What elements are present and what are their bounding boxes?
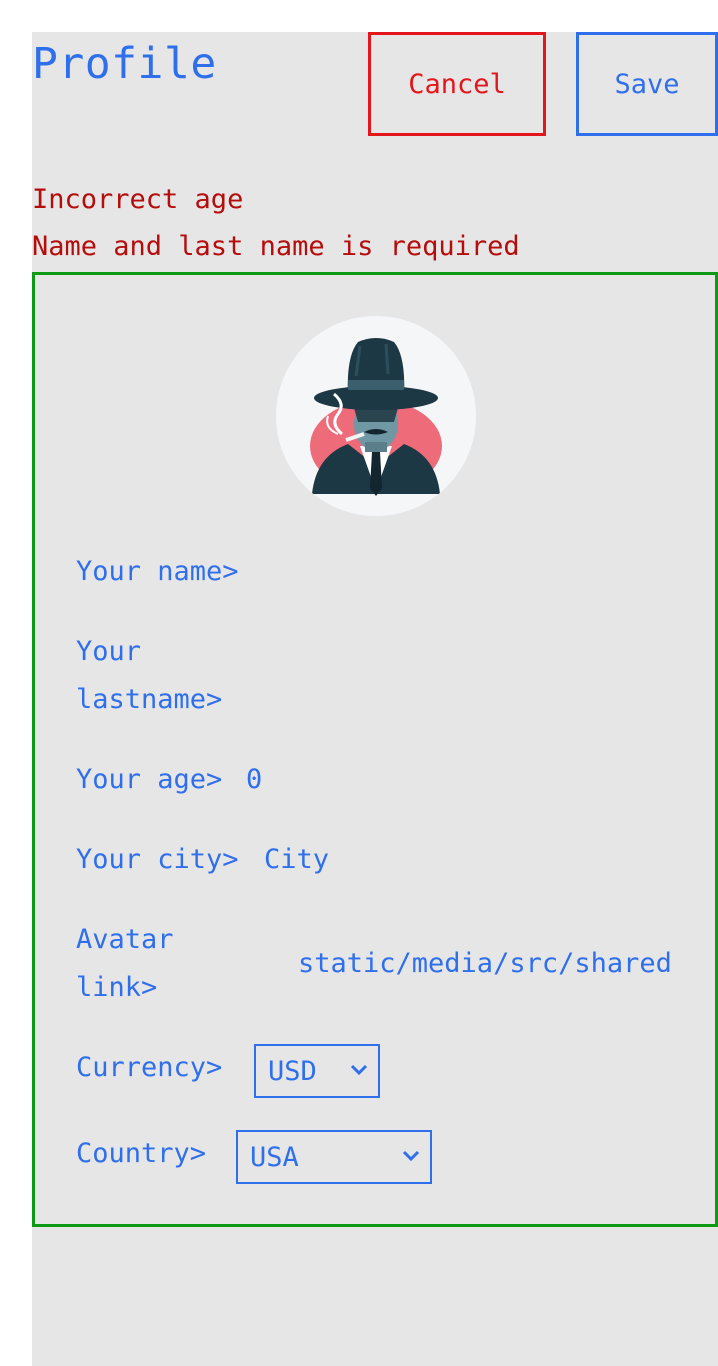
avatar-link-label-line2: link> bbox=[76, 972, 158, 1003]
country-label: Country> bbox=[76, 1138, 207, 1169]
name-input[interactable] bbox=[264, 548, 664, 596]
lastname-input[interactable] bbox=[264, 650, 664, 698]
save-button[interactable]: Save bbox=[576, 32, 718, 136]
chevron-down-icon bbox=[350, 1064, 368, 1076]
currency-label: Currency> bbox=[76, 1052, 223, 1083]
avatar-link-label-line1: Avatar bbox=[76, 924, 174, 955]
city-input[interactable]: City bbox=[264, 836, 329, 884]
name-label: Your name> bbox=[76, 556, 239, 587]
error-message-name: Name and last name is required bbox=[32, 231, 520, 262]
city-label: Your city> bbox=[76, 844, 239, 875]
currency-selected-value: USD bbox=[268, 1055, 317, 1087]
chevron-down-icon bbox=[402, 1150, 420, 1162]
cancel-button[interactable]: Cancel bbox=[368, 32, 546, 136]
age-input[interactable]: 0 bbox=[246, 756, 262, 804]
country-selected-value: USA bbox=[250, 1141, 299, 1173]
error-message-age: Incorrect age bbox=[32, 184, 244, 215]
currency-select[interactable]: USD bbox=[254, 1044, 380, 1098]
page-title: Profile bbox=[32, 39, 217, 89]
avatar bbox=[276, 316, 476, 516]
age-label: Your age> bbox=[76, 764, 223, 795]
avatar-link-input[interactable]: static/media/src/shared bbox=[298, 940, 674, 988]
country-select[interactable]: USA bbox=[236, 1130, 432, 1184]
spy-avatar-icon bbox=[310, 338, 442, 496]
lastname-label-line2: lastname> bbox=[76, 684, 223, 715]
lastname-label-line1: Your bbox=[76, 636, 142, 667]
